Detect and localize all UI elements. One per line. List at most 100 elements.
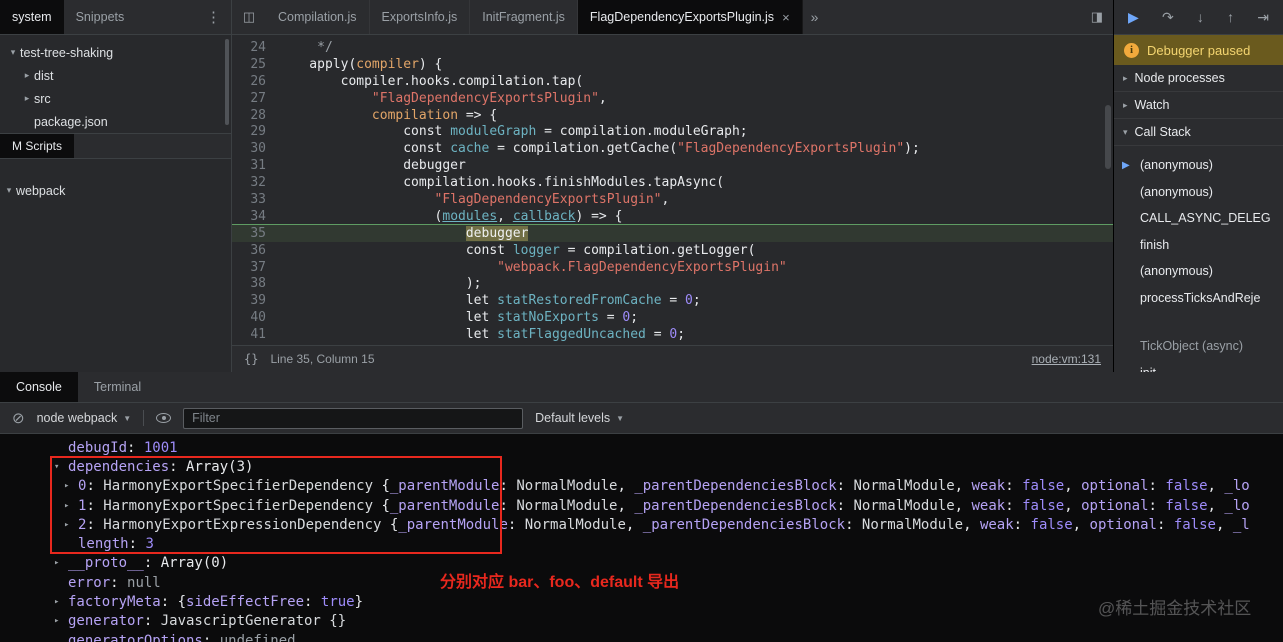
section-call-stack[interactable]: ▾ Call Stack [1114, 119, 1283, 146]
console-token: false [1022, 497, 1065, 514]
editor-tab-Compilation.js[interactable]: Compilation.js [266, 0, 370, 34]
call-stack-frame[interactable]: finish [1114, 232, 1283, 259]
debugger-controls: ▶ ↷ ↓ ↑ ⇥ [1114, 0, 1283, 35]
code-line-36: 36 const logger = compilation.getLogger( [232, 242, 1113, 259]
section-node-processes[interactable]: ▸ Node processes [1114, 65, 1283, 92]
code-token: ; [692, 293, 701, 309]
code-token: = [661, 293, 686, 309]
call-stack-frame[interactable]: (anonymous) [1114, 258, 1283, 285]
call-stack-frame[interactable]: init [1114, 360, 1283, 372]
line-number[interactable]: 29 [232, 124, 278, 139]
code-line-28: 28 compilation => { [232, 107, 1113, 124]
step-icon[interactable]: ⇥ [1257, 9, 1269, 26]
expander-right-icon[interactable]: ▸ [64, 501, 78, 511]
console-token: _lo [1224, 497, 1250, 514]
line-number[interactable]: 25 [232, 57, 278, 72]
line-number[interactable]: 31 [232, 158, 278, 173]
console-token: : [1148, 478, 1166, 495]
code-token: debugger [278, 158, 466, 174]
tab-filesystem[interactable]: system [0, 0, 64, 34]
code-token: compilation.hooks.finishModules.tapAsync… [278, 175, 725, 191]
tab-label: Terminal [93, 380, 142, 394]
editor-tab-FlagDependencyExportsPlugin.js[interactable]: FlagDependencyExportsPlugin.js × [577, 0, 803, 34]
console-token: 2 [78, 516, 87, 533]
call-stack-frame[interactable]: CALL_ASYNC_DELEG [1114, 205, 1283, 232]
toggle-debugger-sidebar-icon[interactable]: ◨ [1091, 9, 1103, 25]
step-over-icon[interactable]: ↷ [1162, 9, 1174, 26]
expander-right-icon[interactable]: ▸ [64, 481, 78, 491]
code-token: ( [278, 208, 443, 224]
tab-console[interactable]: Console [0, 372, 78, 402]
chevron-right-icon: ▸ [1123, 99, 1128, 110]
line-number[interactable]: 30 [232, 141, 278, 156]
code-line-39: 39 let statRestoredFromCache = 0; [232, 292, 1113, 309]
console-token: : [128, 536, 146, 553]
line-number[interactable]: 33 [232, 192, 278, 207]
tab-vm-scripts[interactable]: M Scripts [0, 134, 75, 158]
close-icon[interactable]: × [782, 10, 790, 25]
console-token: , [1064, 478, 1082, 495]
editor-pane: ◫ Compilation.js ExportsInfo.js InitFragme… [232, 0, 1113, 372]
call-stack-frame[interactable]: (anonymous) [1114, 179, 1283, 206]
tree-item-test-tree-shaking[interactable]: ▾ test-tree-shaking [0, 41, 231, 64]
line-number[interactable]: 41 [232, 327, 278, 342]
scrollbar-thumb[interactable] [225, 39, 229, 125]
editor-tab-ExportsInfo.js[interactable]: ExportsInfo.js [370, 0, 471, 34]
code-token: apply( [278, 56, 357, 72]
line-number[interactable]: 32 [232, 175, 278, 190]
tree-item-src[interactable]: ▸ src [0, 87, 231, 110]
scrollbar-thumb[interactable] [1105, 105, 1111, 169]
line-number[interactable]: 39 [232, 293, 278, 308]
console-filter-input[interactable] [183, 407, 524, 429]
resume-icon[interactable]: ▶ [1128, 9, 1139, 26]
expander-right-icon[interactable]: ▸ [64, 520, 78, 530]
chevron-down-icon: ▾ [6, 185, 12, 195]
code-line-41: 41 let statFlaggedUncached = 0; [232, 326, 1113, 343]
line-number[interactable]: 40 [232, 310, 278, 325]
execution-context-select[interactable]: node webpack ▼ [37, 411, 132, 425]
format-code-button[interactable]: {} [244, 352, 258, 366]
navigator-tab-bar: system Snippets ⋮ [0, 0, 231, 35]
tree-item-webpack[interactable]: ▾ webpack [0, 179, 231, 202]
line-number[interactable]: 36 [232, 243, 278, 258]
more-options-icon[interactable]: ⋮ [206, 8, 221, 26]
source-mapped-link[interactable]: node:vm:131 [1032, 352, 1101, 366]
log-levels-select[interactable]: Default levels ▼ [535, 411, 624, 425]
section-watch[interactable]: ▸ Watch [1114, 92, 1283, 119]
line-number[interactable]: 26 [232, 74, 278, 89]
expander-right-icon[interactable]: ▸ [54, 616, 68, 626]
line-number[interactable]: 37 [232, 260, 278, 275]
more-tabs-icon[interactable]: » [811, 9, 819, 25]
line-number[interactable]: 28 [232, 108, 278, 123]
expander-down-icon[interactable]: ▾ [54, 462, 68, 472]
tab-terminal[interactable]: Terminal [78, 372, 157, 402]
call-stack-frame[interactable]: processTicksAndReje [1114, 285, 1283, 312]
code-token: debugger [465, 225, 529, 241]
code-line-38: 38 ); [232, 275, 1113, 292]
line-number[interactable]: 24 [232, 40, 278, 55]
drawer-tab-bar: Console Terminal [0, 372, 1283, 402]
line-number[interactable]: 38 [232, 276, 278, 291]
toggle-navigator-icon[interactable]: ◫ [232, 0, 266, 34]
expander-right-icon[interactable]: ▸ [54, 597, 68, 607]
step-into-icon[interactable]: ↓ [1197, 9, 1204, 25]
clear-console-icon[interactable]: ⊘ [12, 409, 25, 427]
console-token: generatorOptions [68, 632, 203, 642]
console-token: : [127, 439, 144, 456]
console-output: 分别对应 bar、foo、default 导出 @稀土掘金技术社区 debugI… [0, 434, 1283, 642]
live-expression-icon[interactable] [156, 413, 172, 423]
console-token: : [304, 594, 321, 611]
step-out-icon[interactable]: ↑ [1227, 9, 1234, 25]
editor-tab-InitFragment.js[interactable]: InitFragment.js [470, 0, 578, 34]
tab-snippets[interactable]: Snippets [64, 0, 137, 34]
line-number[interactable]: 27 [232, 91, 278, 106]
line-number[interactable]: 34 [232, 209, 278, 224]
tree-item-dist[interactable]: ▸ dist [0, 64, 231, 87]
section-label: Node processes [1134, 71, 1225, 85]
line-number[interactable]: 35 [232, 226, 278, 241]
call-stack-frame[interactable]: ▶ (anonymous) [1114, 152, 1283, 179]
tree-item-package.json[interactable]: package.json [0, 110, 231, 133]
console-token: false [1165, 478, 1208, 495]
expander-right-icon[interactable]: ▸ [54, 558, 68, 568]
console-token: : [499, 497, 517, 514]
